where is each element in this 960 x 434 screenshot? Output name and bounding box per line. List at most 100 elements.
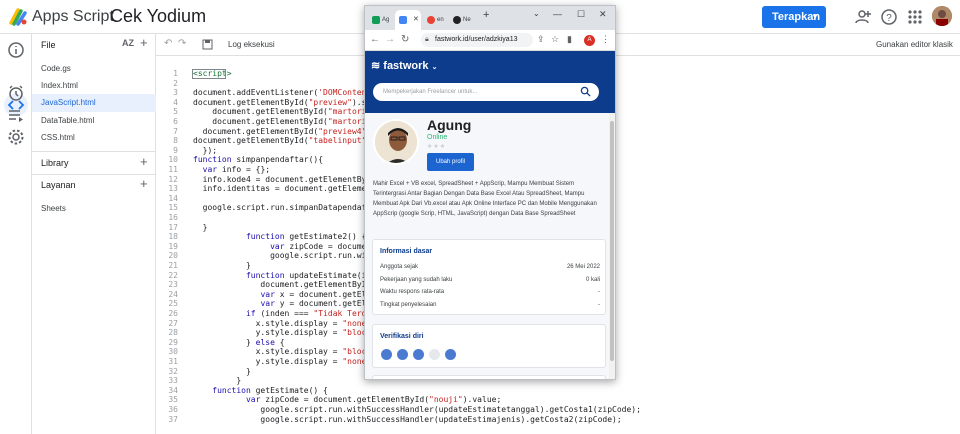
new-tab-button[interactable]: + (483, 9, 489, 21)
freelancer-search-input[interactable]: Mempekerjakan Freelancer untuk... (373, 83, 599, 101)
save-icon[interactable] (202, 39, 213, 50)
info-label: Waktu respons rata-rata (380, 289, 445, 295)
file-panel: File AZ + Code.gs Index.html JavaScript.ht… (32, 34, 156, 434)
undo-icon[interactable]: ↶ (164, 38, 172, 49)
sidebar-icon[interactable]: ▮ (567, 34, 572, 45)
line-number: 24 (168, 289, 178, 299)
browser-tab[interactable]: Ne (451, 10, 475, 30)
files-header: File (41, 40, 56, 50)
file-item[interactable]: Index.html (32, 77, 156, 95)
triggers-clock-icon[interactable] (6, 83, 26, 103)
browser-tab[interactable]: en (425, 10, 447, 30)
chevron-down-icon: ⌄ (431, 64, 438, 71)
file-item[interactable]: CSS.html (32, 129, 156, 147)
line-number: 6 (173, 117, 178, 126)
code-text: x.style.display = "block"; (193, 347, 381, 357)
edit-profile-button[interactable]: Ubah profil (427, 153, 474, 171)
add-file-icon[interactable]: + (140, 35, 148, 50)
deploy-button[interactable]: Terapkan ▼ (762, 6, 826, 28)
services-header[interactable]: Layanan (41, 180, 76, 190)
browser-profile-avatar[interactable]: A (584, 35, 595, 46)
forward-icon[interactable]: → (385, 34, 395, 45)
back-icon[interactable]: ← (370, 34, 380, 45)
divider (32, 174, 156, 175)
bookmark-star-icon[interactable]: ☆ (551, 34, 559, 45)
line-number: 31 (168, 357, 178, 366)
maximize-icon[interactable]: ☐ (577, 9, 585, 20)
fastwork-header: ≋ fastwork ⌄ Mempekerjakan Freelancer un… (365, 51, 615, 113)
browser-tab[interactable]: Ag (369, 10, 393, 30)
selected-token-highlight (192, 69, 226, 79)
help-icon[interactable]: ? (880, 8, 898, 26)
add-service-icon[interactable]: + (140, 176, 148, 191)
account-avatar[interactable] (932, 6, 952, 26)
code-text: document.getElementById( (193, 280, 377, 290)
code-line[interactable]: 37 google.script.run.withSuccessHandler(… (156, 415, 960, 425)
scrollbar-thumb[interactable] (610, 121, 614, 361)
url-field[interactable]: 🔒︎ fastwork.id/user/adzkiya13 (421, 33, 533, 47)
libraries-header[interactable]: Library (41, 158, 69, 168)
code-text: } (193, 376, 242, 386)
basic-info-card: Informasi dasar Anggota sejak 26 Mei 2022… (372, 239, 606, 315)
line-number: 9 (173, 145, 178, 155)
add-library-icon[interactable]: + (140, 154, 148, 169)
code-line[interactable]: 34 function getEstimate() { (156, 386, 960, 396)
apps-grid-icon[interactable] (906, 8, 924, 26)
share-icon[interactable]: ⇪ (537, 34, 545, 45)
browser-tab-active[interactable]: ✕ (395, 10, 421, 30)
account-avatar-icon (932, 6, 952, 26)
line-number: 21 (168, 261, 178, 270)
code-text: google.script.run.withSu (193, 251, 386, 261)
line-number: 27 (168, 318, 178, 328)
code-line[interactable]: 35 var zipCode = document.getElementById… (156, 395, 960, 405)
divider (32, 151, 156, 152)
info-label: Pekerjaan yang sudah laku (380, 276, 453, 283)
file-item[interactable]: JavaScript.html (32, 94, 156, 113)
execution-log-button[interactable]: Log eksekusi (228, 40, 275, 49)
code-text: info.kode4 = document.getElementById( (193, 174, 381, 184)
sort-az-icon[interactable]: AZ (122, 38, 134, 48)
code-text: google.script.run.withSuccessHandler(upd… (193, 414, 622, 424)
browser-scrollbar[interactable] (609, 113, 615, 379)
info-icon[interactable] (6, 40, 26, 60)
executions-list-icon[interactable] (6, 105, 26, 125)
code-text: } (193, 261, 251, 270)
line-number: 11 (168, 165, 178, 174)
line-number: 37 (168, 414, 178, 424)
caret-down-icon: ▼ (811, 12, 819, 21)
close-window-icon[interactable]: ✕ (599, 9, 607, 20)
left-rail (0, 34, 32, 434)
apps-script-logo-icon[interactable] (8, 7, 28, 27)
line-number: 13 (168, 184, 178, 194)
reload-icon[interactable]: ↻ (401, 34, 409, 45)
file-item[interactable]: Code.gs (32, 60, 156, 78)
chevron-down-icon[interactable]: ⌄ (533, 9, 540, 18)
line-number: 7 (173, 126, 178, 136)
code-text: } else { (193, 337, 285, 347)
add-person-icon[interactable] (854, 8, 872, 26)
minimize-icon[interactable]: — (553, 9, 562, 19)
line-number: 5 (173, 107, 178, 117)
info-value: - (598, 289, 600, 295)
line-number: 8 (173, 136, 178, 146)
search-placeholder: Mempekerjakan Freelancer untuk... (383, 89, 478, 95)
code-text: if (inden === "Tidak Terdaft (245, 309, 381, 318)
fastwork-logo[interactable]: ≋ fastwork ⌄ (371, 59, 437, 72)
info-label: Anggota sejak (380, 264, 419, 270)
lock-icon: 🔒︎ (425, 36, 429, 43)
service-sheets[interactable]: Sheets (41, 204, 66, 213)
file-item[interactable]: DataTable.html (32, 112, 156, 130)
code-text: var zipCode = document.ge (270, 241, 391, 251)
code-text: document.getElementById("martoriusSe (193, 107, 386, 117)
redo-icon[interactable]: ↷ (178, 38, 186, 49)
classic-editor-link[interactable]: Gunakan editor klasik (876, 40, 953, 49)
close-tab-icon[interactable]: ✕ (413, 10, 419, 30)
search-icon[interactable] (580, 86, 591, 97)
code-text: function getEstimate() { (212, 385, 328, 395)
line-number: 3 (173, 88, 178, 98)
more-menu-icon[interactable]: ⋮ (601, 34, 610, 45)
profile-page: Agung Online ★★★ Ubah profil Mahir Excel… (365, 113, 615, 379)
settings-gear-icon[interactable] (6, 127, 26, 147)
code-line[interactable]: 36 google.script.run.withSuccessHandler(… (156, 405, 960, 415)
project-name[interactable]: Cek Yodium (110, 6, 206, 27)
